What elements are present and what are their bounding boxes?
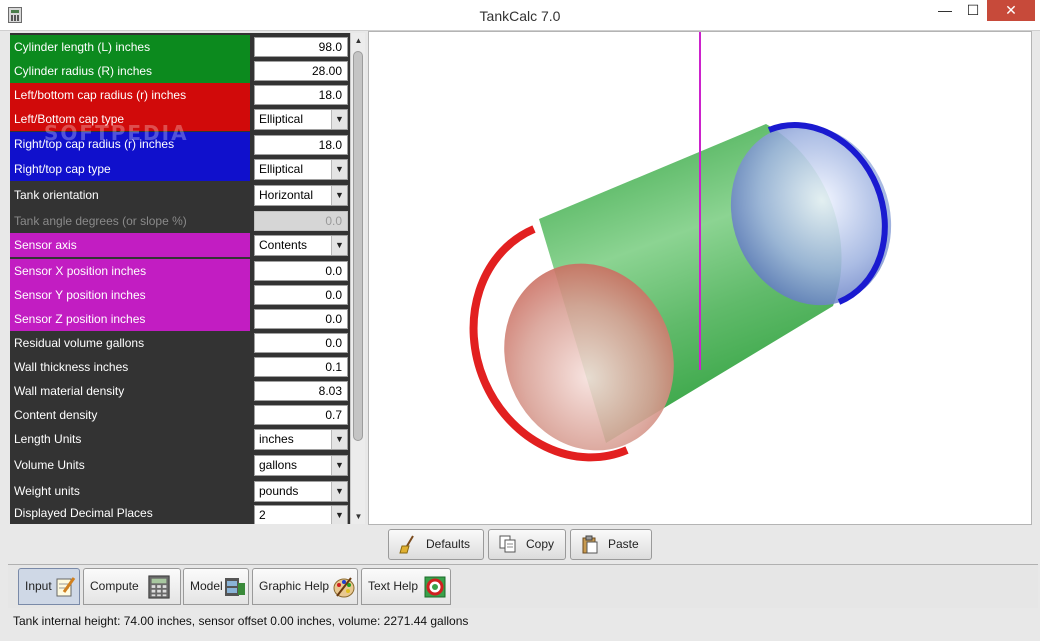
select-value: Elliptical <box>259 162 304 176</box>
chevron-down-icon[interactable]: ▼ <box>331 236 347 255</box>
palette-icon <box>333 577 355 598</box>
decimal-places-select[interactable]: 2 ▼ <box>254 505 348 524</box>
copy-icon <box>499 535 516 553</box>
sensor-y-field[interactable]: 0.0 <box>254 285 348 305</box>
param-label: Weight units <box>14 484 80 498</box>
param-label: Right/top cap type <box>10 157 250 181</box>
param-label: Sensor axis <box>10 233 250 257</box>
film-model-icon <box>225 578 245 596</box>
tab-graphic-help-label: Graphic Help <box>259 579 330 593</box>
param-label: Tank orientation <box>14 188 99 202</box>
calculator-icon <box>148 575 170 599</box>
copy-label: Copy <box>526 537 555 551</box>
param-label: Volume Units <box>14 458 85 472</box>
tank-3d-view[interactable] <box>368 31 1032 525</box>
select-value: Horizontal <box>259 188 314 202</box>
close-button[interactable]: ✕ <box>987 0 1035 21</box>
tab-input[interactable]: Input <box>18 568 80 605</box>
status-text: Tank internal height: 74.00 inches, sens… <box>13 614 469 628</box>
content-density-field[interactable]: 0.7 <box>254 405 348 425</box>
tab-compute-label: Compute <box>90 579 139 593</box>
tab-text-help-label: Text Help <box>368 579 419 593</box>
param-label: Displayed Decimal Places <box>14 506 153 520</box>
select-value: gallons <box>259 458 298 472</box>
broom-icon <box>399 535 414 554</box>
sensor-x-field[interactable]: 0.0 <box>254 261 348 281</box>
notepad-pencil-icon <box>56 577 76 597</box>
param-label: Wall material density <box>14 384 125 398</box>
select-value: Contents <box>259 238 308 252</box>
chevron-down-icon[interactable]: ▼ <box>331 482 347 501</box>
tab-text-help[interactable]: Text Help <box>361 568 451 605</box>
wall-thickness-field[interactable]: 0.1 <box>254 357 348 377</box>
scroll-down-icon[interactable]: ▼ <box>351 509 366 524</box>
wall-density-field[interactable]: 8.03 <box>254 381 348 401</box>
chevron-down-icon[interactable]: ▼ <box>331 186 347 205</box>
param-label: Tank angle degrees (or slope %) <box>14 214 187 228</box>
param-label: Sensor X position inches <box>10 259 250 283</box>
right-cap-type-select[interactable]: Elliptical ▼ <box>254 159 348 180</box>
window-title: TankCalc 7.0 <box>479 8 561 24</box>
scroll-up-icon[interactable]: ▲ <box>351 33 366 48</box>
tab-model-label: Model <box>190 579 223 593</box>
paste-clipboard-icon <box>582 535 598 554</box>
select-value: inches <box>259 432 294 446</box>
sensor-z-field[interactable]: 0.0 <box>254 309 348 329</box>
tank-angle-field: 0.0 <box>254 211 348 231</box>
right-cap-radius-field[interactable]: 18.0 <box>254 135 348 155</box>
param-label: Sensor Y position inches <box>10 283 250 307</box>
param-label: Residual volume gallons <box>14 336 145 350</box>
cylinder-length-field[interactable]: 98.0 <box>254 37 348 57</box>
paste-button[interactable]: Paste <box>570 529 652 560</box>
length-units-select[interactable]: inches ▼ <box>254 429 348 450</box>
chevron-down-icon[interactable]: ▼ <box>331 456 347 475</box>
parameter-panel: Cylinder length (L) inches 98.0 Cylinder… <box>10 33 365 524</box>
copy-button[interactable]: Copy <box>488 529 566 560</box>
weight-units-select[interactable]: pounds ▼ <box>254 481 348 502</box>
tab-graphic-help[interactable]: Graphic Help <box>252 568 358 605</box>
left-cap-type-select[interactable]: Elliptical ▼ <box>254 109 348 130</box>
chevron-down-icon[interactable]: ▼ <box>331 430 347 449</box>
select-value: 2 <box>259 508 266 522</box>
param-label: Left/bottom cap radius (r) inches <box>10 83 250 107</box>
param-label: Cylinder length (L) inches <box>10 35 250 59</box>
panel-scrollbar[interactable]: ▲ ▼ <box>350 33 365 524</box>
tank-model-drawing <box>469 32 892 462</box>
param-label: Length Units <box>14 432 82 446</box>
param-label: Cylinder radius (R) inches <box>10 59 250 83</box>
watermark: SOFTPEDIA <box>44 121 189 145</box>
sensor-axis-select[interactable]: Contents ▼ <box>254 235 348 256</box>
title-bar: TankCalc 7.0 — ☐ ✕ <box>0 0 1040 31</box>
chevron-down-icon[interactable]: ▼ <box>331 160 347 179</box>
chevron-down-icon[interactable]: ▼ <box>331 110 347 129</box>
param-label: Wall thickness inches <box>14 360 129 374</box>
select-value: Elliptical <box>259 112 304 126</box>
volume-units-select[interactable]: gallons ▼ <box>254 455 348 476</box>
param-label: Content density <box>14 408 98 422</box>
tab-model[interactable]: Model <box>183 568 249 605</box>
tab-compute[interactable]: Compute <box>83 568 181 605</box>
select-value: pounds <box>259 484 299 498</box>
cylinder-radius-field[interactable]: 28.00 <box>254 61 348 81</box>
maximize-button[interactable]: ☐ <box>959 0 987 21</box>
scroll-thumb[interactable] <box>353 51 363 441</box>
residual-volume-field[interactable]: 0.0 <box>254 333 348 353</box>
paste-label: Paste <box>608 537 639 551</box>
tab-input-label: Input <box>25 579 52 593</box>
tank-orientation-select[interactable]: Horizontal ▼ <box>254 185 348 206</box>
defaults-label: Defaults <box>426 537 471 551</box>
minimize-button[interactable]: — <box>931 0 959 21</box>
left-cap-radius-field[interactable]: 18.0 <box>254 85 348 105</box>
param-label: Sensor Z position inches <box>10 307 250 331</box>
defaults-button[interactable]: Defaults <box>388 529 484 560</box>
lifebuoy-help-icon <box>424 576 446 598</box>
chevron-down-icon[interactable]: ▼ <box>331 506 347 524</box>
